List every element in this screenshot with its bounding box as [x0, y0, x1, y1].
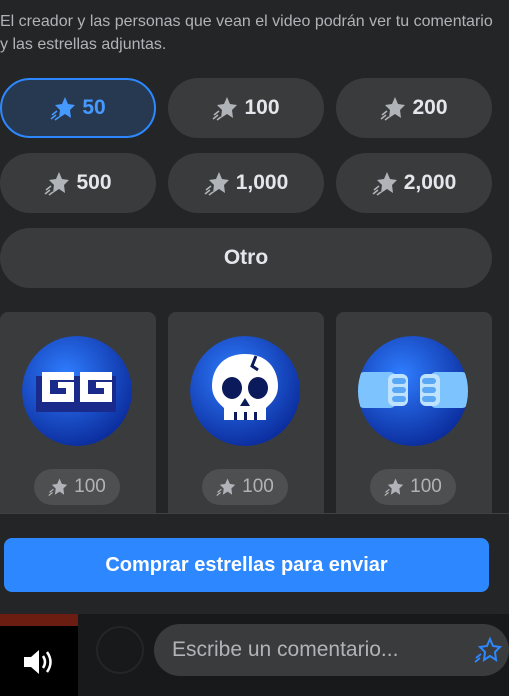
- video-thumbnail: [0, 614, 78, 696]
- comment-bar: [0, 614, 509, 696]
- star-icon: [204, 172, 229, 196]
- video-thumbnail-strip: [0, 614, 78, 626]
- star-amount-200[interactable]: 200: [336, 78, 492, 138]
- star-icon: [48, 478, 68, 496]
- stars-panel: El creador y las personas que vean el vi…: [0, 0, 509, 614]
- sticker-price-label: 100: [242, 476, 274, 497]
- other-amount-button[interactable]: Otro: [0, 228, 492, 288]
- star-icon: [50, 97, 76, 121]
- star-icon: [44, 172, 70, 196]
- send-star-icon[interactable]: [474, 636, 502, 664]
- sticker-price: 100: [34, 469, 120, 505]
- star-icon: [372, 172, 397, 196]
- sticker-card-skull[interactable]: 100: [168, 312, 324, 522]
- star-amount-100[interactable]: 100: [168, 78, 324, 138]
- comment-input[interactable]: [154, 624, 509, 676]
- star-amount-label: 2,000: [403, 171, 457, 194]
- sticker-card-fist-bump[interactable]: 100: [336, 312, 492, 522]
- star-amount-label: 50: [82, 96, 106, 119]
- volume-icon[interactable]: [20, 646, 56, 678]
- star-amount-2000[interactable]: 2,000: [336, 153, 492, 213]
- star-icon: [380, 97, 406, 121]
- star-icon: [212, 97, 238, 121]
- sticker-price: 100: [202, 469, 288, 505]
- sticker-price-label: 100: [74, 476, 106, 497]
- star-amount-label: 100: [244, 96, 280, 119]
- stars-description: El creador y las personas que vean el vi…: [0, 13, 493, 53]
- star-amount-label: 1,000: [235, 171, 289, 194]
- sticker-price-label: 100: [410, 476, 442, 497]
- star-icon: [216, 478, 236, 496]
- star-amount-50[interactable]: 50: [0, 78, 156, 138]
- sticker-card-gg[interactable]: 100: [0, 312, 156, 522]
- buy-stars-bar: Comprar estrellas para enviar: [0, 513, 509, 614]
- star-amount-500[interactable]: 500: [0, 153, 156, 213]
- skull-sticker-icon: [190, 336, 300, 446]
- buy-stars-button[interactable]: Comprar estrellas para enviar: [4, 538, 489, 592]
- fist-bump-sticker-icon: [358, 336, 468, 446]
- sticker-price: 100: [370, 469, 456, 505]
- star-amount-1000[interactable]: 1,000: [168, 153, 324, 213]
- star-amount-label: 500: [76, 171, 112, 194]
- star-icon: [384, 478, 404, 496]
- avatar: [96, 626, 144, 674]
- star-amount-label: 200: [412, 96, 448, 119]
- gg-sticker-icon: [22, 336, 132, 446]
